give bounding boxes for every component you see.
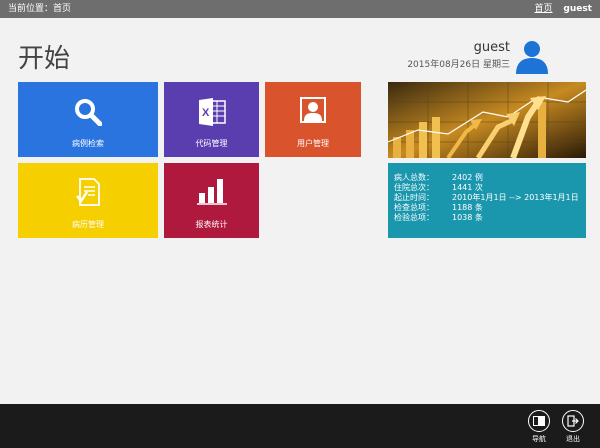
book-icon — [528, 410, 550, 432]
exit-icon — [562, 410, 584, 432]
tile-label: 代码管理 — [195, 139, 228, 148]
bar-chart-icon — [196, 179, 227, 205]
stat-value: 2010年1月1日 --> 2013年1月1日 — [452, 193, 579, 202]
breadcrumb: 当前位置：首页 — [8, 4, 72, 14]
stat-label: 检验总项： — [394, 213, 434, 222]
tile-label: 病例检索 — [72, 139, 104, 148]
top-links: 首页 guest — [526, 0, 592, 18]
top-bar: 当前位置：首页 首页 guest — [0, 0, 600, 18]
stat-value: 1188 条 — [452, 203, 483, 212]
stats-panel: 病人总数： 2402 例 住院总次： 1441 次 起止时间： 2010年1月1… — [388, 163, 586, 238]
tile-label: 病历管理 — [72, 220, 104, 229]
stat-value: 2402 例 — [452, 173, 483, 182]
stat-row: 病人总数： 2402 例 — [394, 173, 586, 183]
exit-label: 退出 — [566, 435, 580, 443]
stat-row: 检验总项： 1038 条 — [394, 213, 586, 223]
document-check-icon — [76, 178, 100, 206]
tile-label: 报表统计 — [195, 220, 228, 229]
stat-label: 住院总次： — [394, 183, 434, 192]
stat-label: 病人总数： — [394, 173, 434, 182]
tile-code-manage[interactable]: X 代码管理 — [164, 82, 259, 157]
person-icon[interactable] — [514, 38, 550, 74]
tile-report-stats[interactable]: 报表统计 — [164, 163, 259, 238]
tile-user-manage[interactable]: 用户管理 — [265, 82, 361, 157]
stat-row: 起止时间： 2010年1月1日 --> 2013年1月1日 — [394, 193, 586, 203]
page-title: 开始 — [18, 44, 71, 74]
nav-label: 导航 — [532, 435, 546, 443]
stat-label: 起止时间： — [394, 193, 434, 202]
stat-value: 1441 次 — [452, 183, 483, 192]
top-username[interactable]: guest — [563, 4, 592, 14]
excel-icon: X — [198, 98, 226, 126]
user-info: guest 2015年08月26日 星期三 — [407, 40, 510, 70]
tile-record-manage[interactable]: 病历管理 — [18, 163, 158, 238]
stat-label: 检查总项： — [394, 203, 434, 212]
tile-label: 用户管理 — [297, 139, 329, 148]
magnifier-icon — [75, 99, 102, 126]
stat-row: 检查总项： 1188 条 — [394, 203, 586, 213]
nav-button[interactable]: 导航 — [526, 410, 552, 444]
bottom-app-bar: 导航 退出 — [0, 404, 600, 448]
current-date: 2015年08月26日 星期三 — [407, 60, 510, 70]
stat-value: 1038 条 — [452, 213, 483, 222]
svg-text:X: X — [202, 107, 210, 119]
banner-image — [388, 82, 586, 158]
exit-button[interactable]: 退出 — [560, 410, 586, 444]
stat-row: 住院总次： 1441 次 — [394, 183, 586, 193]
user-name: guest — [473, 40, 510, 55]
portrait-icon — [300, 97, 326, 123]
tile-case-search[interactable]: 病例检索 — [18, 82, 158, 157]
home-link[interactable]: 首页 — [534, 4, 552, 14]
